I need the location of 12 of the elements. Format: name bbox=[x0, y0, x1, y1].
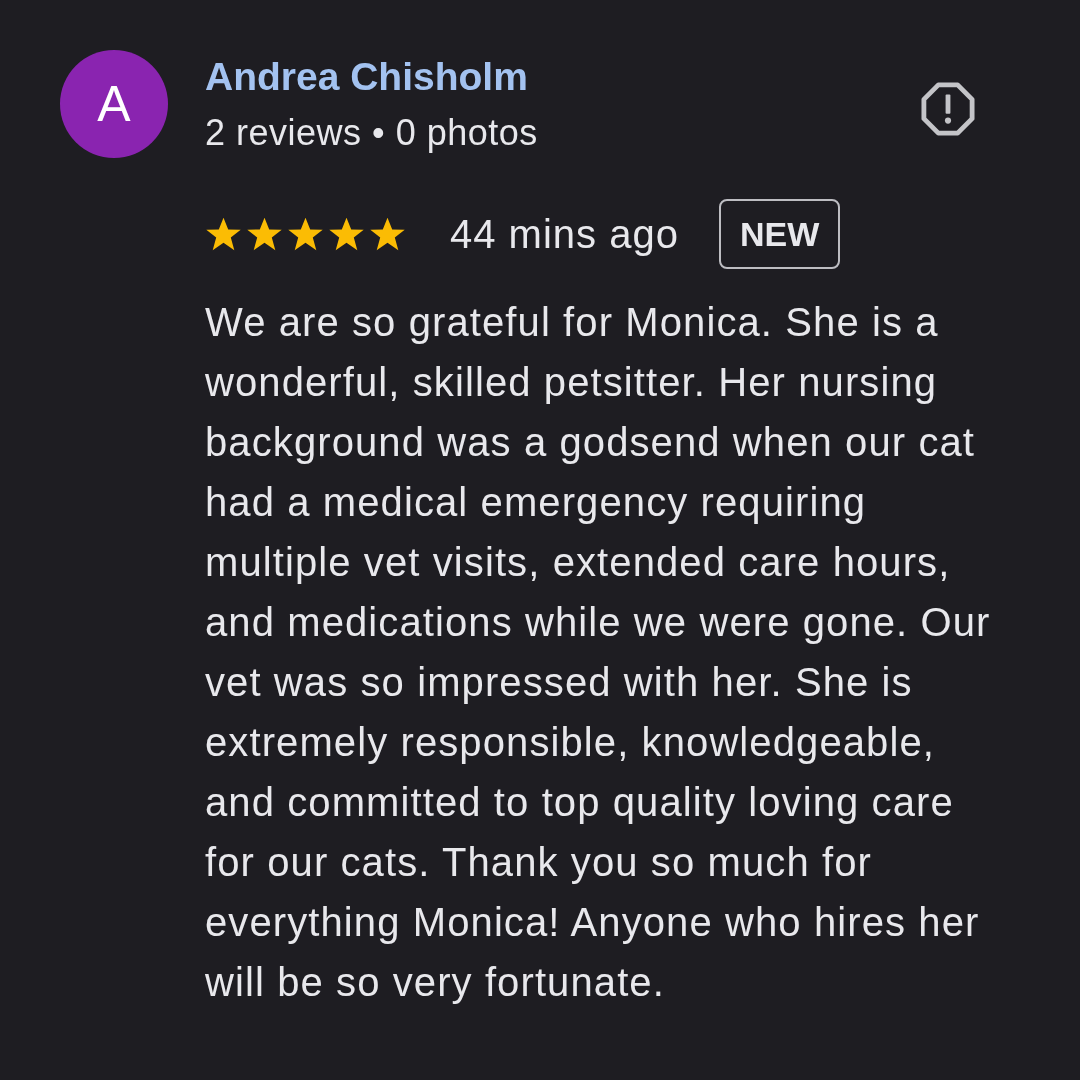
author-stats: 2 reviews • 0 photos bbox=[205, 111, 538, 155]
avatar: A bbox=[60, 50, 168, 158]
new-badge: NEW bbox=[718, 199, 841, 269]
star-icon bbox=[369, 216, 406, 252]
report-icon[interactable] bbox=[921, 82, 975, 136]
author-name[interactable]: Andrea Chisholm bbox=[205, 52, 528, 102]
star-icon bbox=[328, 216, 365, 252]
review-time: 44 mins ago bbox=[450, 211, 679, 258]
star-icon bbox=[287, 216, 324, 252]
review-text: We are so grateful for Monica. She is a wonderful, skilled petsitter. Her nursing background was a godsend when our cat had a medical emergency requiring multiple vet visits, extended care hours, and medications while we were gone. Our vet was so impressed with her. She is extremely responsible, knowledgeable, and committed to top quality loving care for our cats. Thank you so much for everything Monica! Anyone who hires her will be so very fortunate. bbox=[205, 299, 992, 1006]
star-icon bbox=[205, 216, 242, 252]
star-icon bbox=[246, 216, 283, 252]
